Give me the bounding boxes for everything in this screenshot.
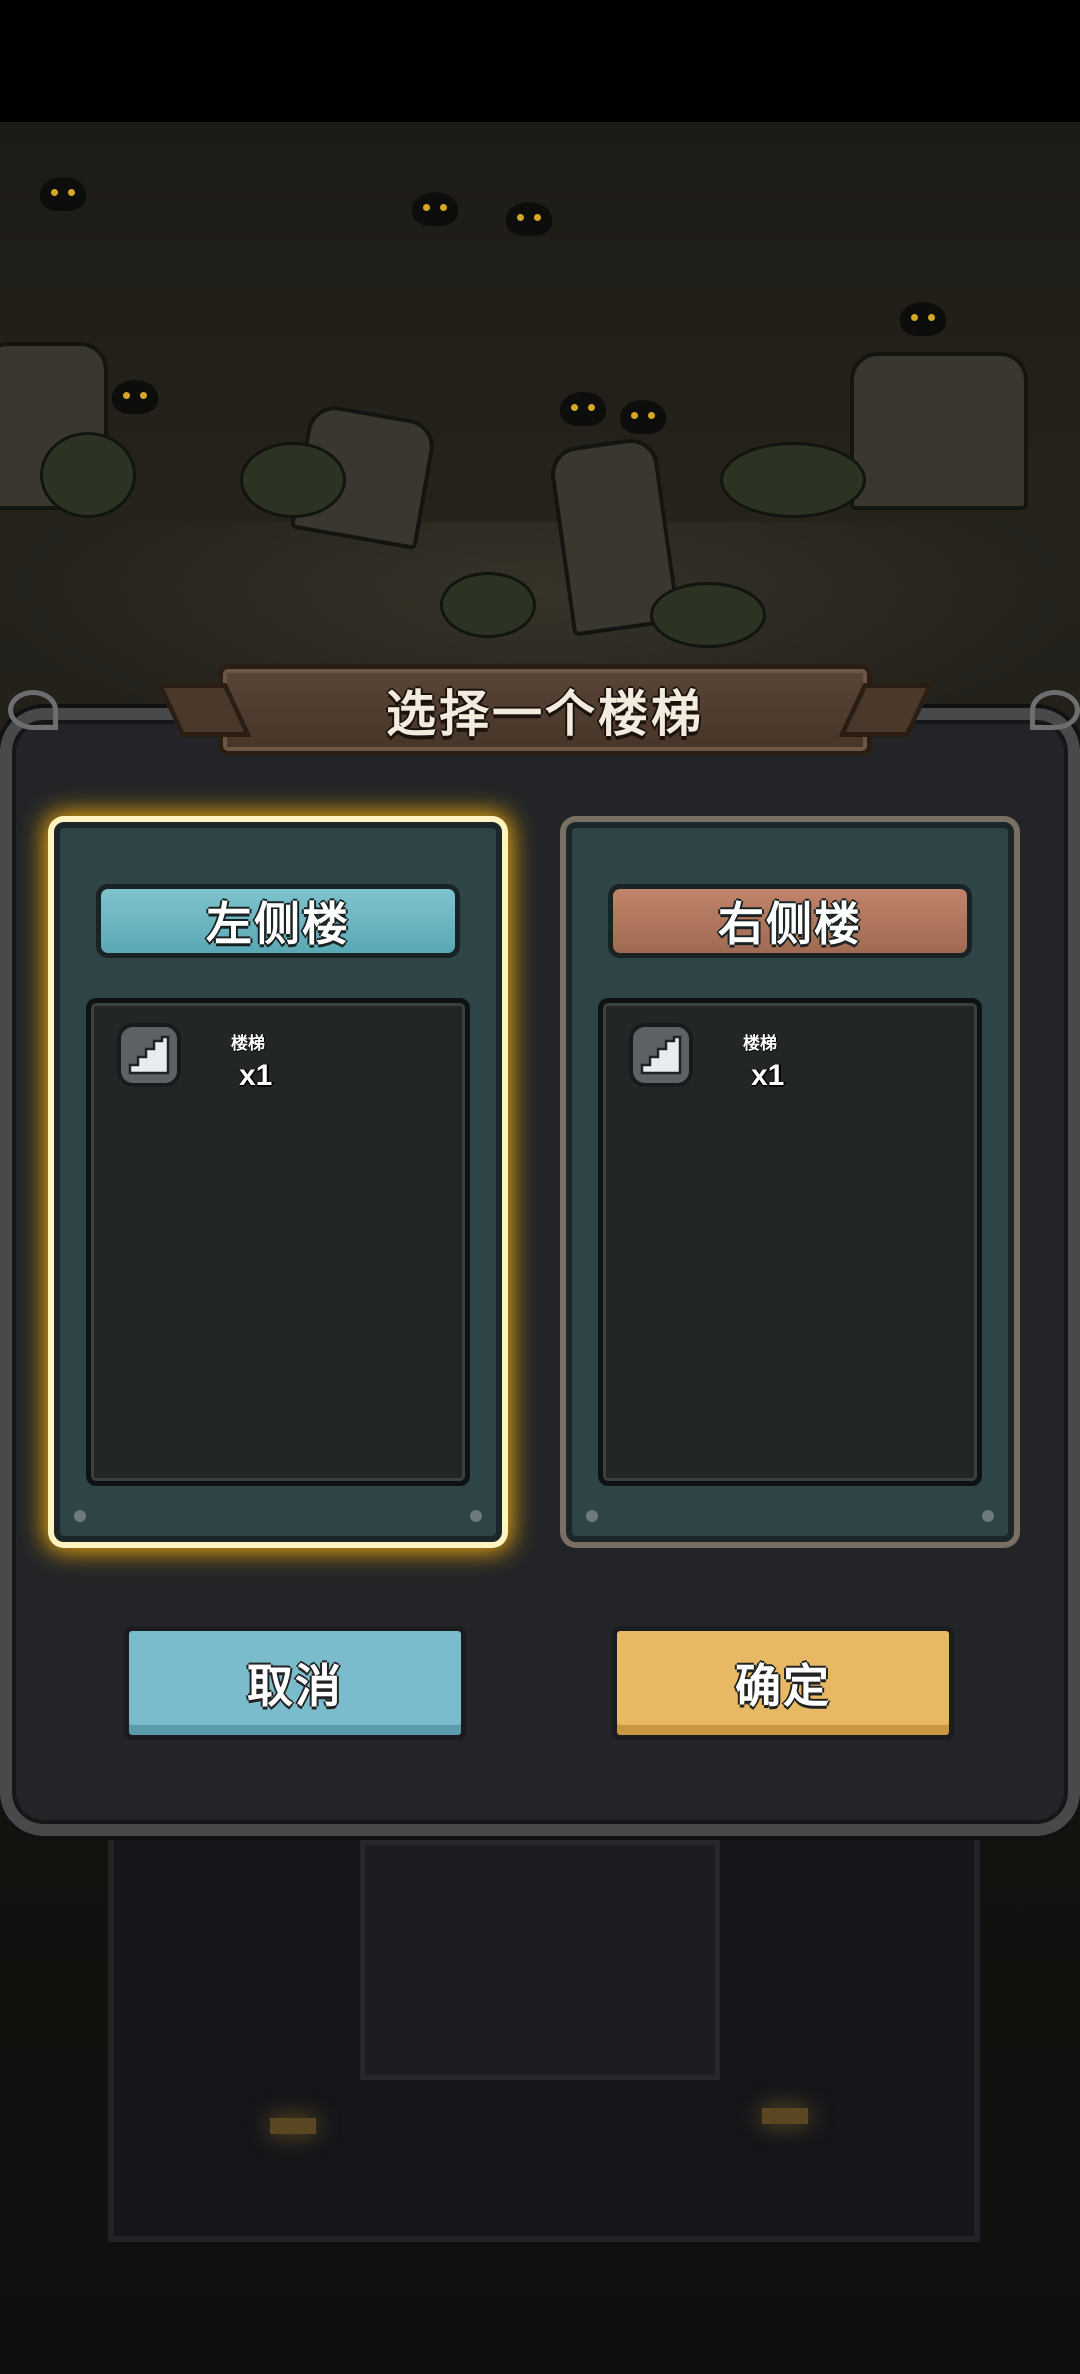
- bush: [440, 572, 536, 638]
- shadow-creature-eyes: [412, 192, 458, 226]
- dialog-title-banner: 选择一个楼梯: [218, 664, 872, 756]
- confirm-button-label: 确定: [735, 1660, 831, 1712]
- item-label: 楼梯: [743, 1034, 777, 1053]
- rivet: [586, 1510, 598, 1522]
- shadow-creature-eyes: [620, 400, 666, 434]
- item-label: 楼梯: [231, 1034, 265, 1053]
- reward-list: 楼梯 x1: [598, 998, 982, 1486]
- bush: [40, 432, 136, 518]
- shadow-creature-eyes: [900, 302, 946, 336]
- bush: [650, 582, 766, 648]
- lamp: [270, 2118, 316, 2134]
- shadow-creature-eyes: [506, 202, 552, 236]
- option-card-header: 左侧楼: [96, 884, 460, 958]
- shadow-creature-eyes: [112, 380, 158, 414]
- stairs-icon: [629, 1023, 693, 1087]
- item-quantity: x1: [239, 1059, 273, 1092]
- tombstone: [850, 352, 1028, 510]
- item-quantity: x1: [751, 1059, 785, 1092]
- cancel-button[interactable]: 取消: [124, 1626, 466, 1740]
- option-card-title: 右侧楼: [718, 898, 862, 950]
- rivet: [982, 1510, 994, 1522]
- option-card-header: 右侧楼: [608, 884, 972, 958]
- option-card-title: 左侧楼: [206, 898, 350, 950]
- option-card-left-stairs[interactable]: 左侧楼 楼梯 x1: [54, 822, 502, 1542]
- bush: [240, 442, 346, 518]
- shadow-creature-eyes: [40, 177, 86, 211]
- dialog-title: 选择一个楼梯: [386, 686, 704, 742]
- stairs-icon: [117, 1023, 181, 1087]
- status-bar: [0, 0, 1080, 122]
- corner-ornament: [8, 690, 58, 730]
- shadow-creature-eyes: [560, 392, 606, 426]
- bush: [720, 442, 866, 518]
- corner-ornament: [1030, 690, 1080, 730]
- lamp: [762, 2108, 808, 2124]
- reward-list: 楼梯 x1: [86, 998, 470, 1486]
- rivet: [470, 1510, 482, 1522]
- option-card-right-stairs[interactable]: 右侧楼 楼梯 x1: [566, 822, 1014, 1542]
- cancel-button-label: 取消: [247, 1660, 343, 1712]
- rivet: [74, 1510, 86, 1522]
- confirm-button[interactable]: 确定: [612, 1626, 954, 1740]
- building-doorway: [360, 1840, 720, 2080]
